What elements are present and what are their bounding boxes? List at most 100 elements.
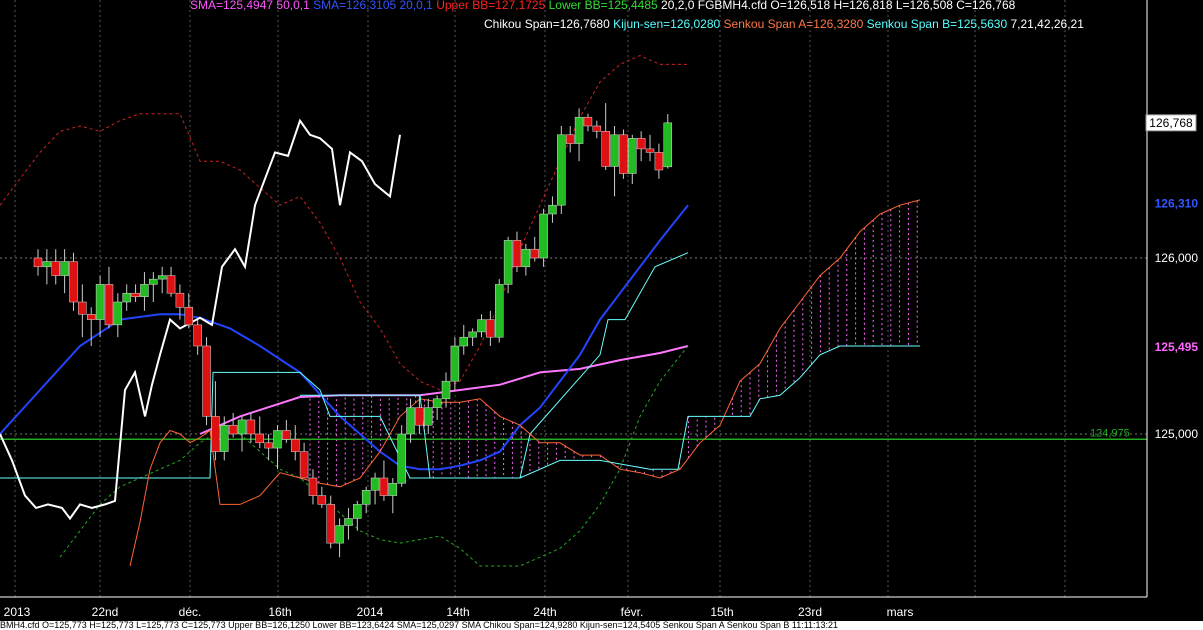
date-tick-label: 22nd <box>92 605 119 619</box>
candle-body <box>246 419 256 435</box>
candle-body <box>397 433 406 484</box>
candle-body <box>415 407 424 426</box>
date-tick-label: 15th <box>710 605 733 619</box>
candle-body <box>122 292 131 303</box>
candle-body <box>335 525 344 544</box>
date-tick-label: 16th <box>268 605 291 619</box>
candle-body <box>370 477 380 491</box>
grid <box>0 0 1147 597</box>
indicator-header: SMA=125,4947 50,0,1 SMA=126,3105 20,0,1 … <box>190 0 1084 31</box>
candle-body <box>60 261 69 276</box>
candle-body <box>636 138 646 150</box>
header-line-1-item: 20,2,0 <box>658 0 695 12</box>
candle-body <box>264 442 273 449</box>
candle-body <box>69 261 78 303</box>
candle-body <box>157 275 167 280</box>
sma50-line <box>0 355 688 461</box>
header-line-1: SMA=125,4947 50,0,1 SMA=126,3105 20,0,1 … <box>190 0 1016 12</box>
candle-body <box>78 301 87 315</box>
candle-body <box>654 152 664 171</box>
candle-body <box>237 419 247 435</box>
header-line-2: Chikou Span=126,7680 Kijun-sen=126,0280 … <box>484 17 1084 31</box>
chikou-line <box>0 118 401 521</box>
candle-body <box>406 407 415 435</box>
candle-body <box>273 430 282 449</box>
candle-body <box>290 439 300 452</box>
candle-body <box>494 284 504 338</box>
candle-body <box>33 257 43 268</box>
date-tick-label: 23rd <box>798 605 822 619</box>
date-tick-label: 2014 <box>357 605 384 619</box>
header-line-2-item: Chikou Span=126,7680 <box>484 17 610 31</box>
candle-body <box>166 275 176 294</box>
candle-body <box>459 336 469 347</box>
candle-body <box>486 319 495 338</box>
candle-body <box>317 495 327 505</box>
candle-body <box>521 248 531 268</box>
candle-body <box>441 380 451 400</box>
candle-body <box>628 138 637 174</box>
candle-body <box>432 398 442 408</box>
candle-body <box>255 433 264 444</box>
date-tick-label: 2013 <box>4 605 31 619</box>
candle-body <box>619 134 628 174</box>
header-line-1-item: SMA=126,3105 20,0,1 <box>310 0 433 12</box>
header-line-1-item: Lower BB=125,4485 <box>545 0 658 12</box>
date-tick-label: déc. <box>179 605 202 619</box>
support-line-label: 124,975 <box>1090 427 1130 439</box>
date-tick-label: févr. <box>621 605 644 619</box>
candle-body <box>388 483 398 496</box>
candles <box>33 103 673 558</box>
candle-body <box>361 490 371 505</box>
candle-body <box>477 319 486 333</box>
senkou_b-line <box>300 345 920 479</box>
candle-body <box>299 451 309 479</box>
candle-body <box>193 324 202 347</box>
status-bar: BMH4.cfd O=125,773 H=125,773 L=125,773 C… <box>0 621 1203 630</box>
candle-body <box>592 125 602 132</box>
candle-body <box>539 213 548 259</box>
candle-body <box>424 407 433 426</box>
candle-body <box>113 301 123 326</box>
candle-body <box>548 204 557 215</box>
upper_bb-line <box>0 55 688 391</box>
axes: 124,975 126,768 126,310 126,000 125,495 125,0… <box>0 0 1203 621</box>
header-line-1-item: SMA=125,4947 50,0,1 <box>190 0 310 12</box>
candle-body <box>379 477 389 496</box>
price-tick-label: 126,310 <box>1155 196 1199 210</box>
date-tick-label: 14th <box>446 605 469 619</box>
price-tick-label: 125,495 <box>1155 340 1199 354</box>
chart-canvas[interactable]: 124,975 126,768 126,310 126,000 125,495 125,0… <box>0 0 1203 630</box>
candle-body <box>468 331 477 338</box>
price-tick-label: 125,000 <box>1155 427 1199 441</box>
candle-body <box>565 134 575 144</box>
candle-body <box>583 116 593 127</box>
candle-body <box>95 284 105 320</box>
candle-body <box>645 148 655 153</box>
candle-body <box>140 284 149 297</box>
candle-body <box>220 424 229 452</box>
candle-body <box>574 116 584 144</box>
date-tick-label: 24th <box>533 605 556 619</box>
candle-body <box>175 292 185 308</box>
candle-body <box>663 122 673 168</box>
candle-body <box>282 430 291 440</box>
candle-body <box>211 416 220 452</box>
candle-body <box>228 424 238 435</box>
candle-body <box>202 345 211 417</box>
header-line-2-item: Senkou Span B=125,5630 <box>863 17 1007 31</box>
candle-body <box>344 518 353 526</box>
candle-body <box>326 504 335 544</box>
candle-body <box>353 504 362 519</box>
candle-body <box>503 240 513 285</box>
candle-body <box>512 240 522 268</box>
candle-body <box>86 314 96 320</box>
header-line-1-item: Upper BB=127,1725 <box>433 0 546 12</box>
header-line-2-item: 7,21,42,26,21 <box>1007 17 1084 31</box>
candle-body <box>51 261 60 276</box>
sma20-line <box>0 204 689 471</box>
candle-body <box>184 307 194 326</box>
candle-body <box>131 292 140 297</box>
candle-body <box>308 477 318 496</box>
candle-body <box>601 131 610 167</box>
